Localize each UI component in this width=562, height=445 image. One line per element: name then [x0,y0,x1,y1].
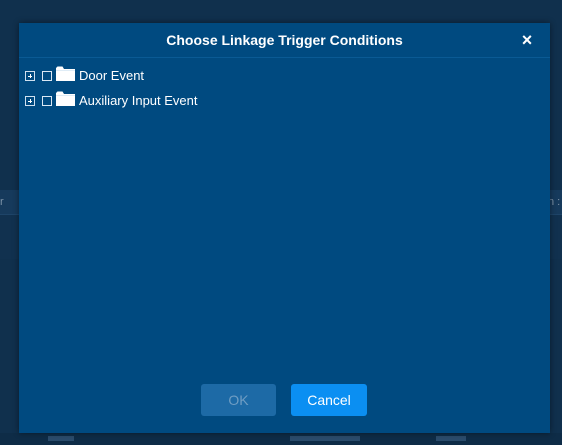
cancel-button[interactable]: Cancel [291,384,367,416]
tree-node-label[interactable]: Door Event [79,68,144,83]
dialog-title: Choose Linkage Trigger Conditions [166,32,403,48]
dialog-header: Choose Linkage Trigger Conditions × [19,23,550,58]
close-icon[interactable]: × [519,31,535,49]
tree-node-door-event: Door Event [25,63,198,88]
background-footer-blur-3 [436,436,466,441]
ok-button[interactable]: OK [201,384,276,416]
trigger-conditions-tree: Door Event Auxiliary Input Event [25,63,198,113]
tree-node-auxiliary-input-event: Auxiliary Input Event [25,88,198,113]
door-event-checkbox[interactable] [42,70,52,81]
plus-square-icon[interactable] [25,70,35,81]
tree-node-label[interactable]: Auxiliary Input Event [79,93,198,108]
background-text-fragment-left: r [0,196,4,208]
background-footer-blur-2 [290,436,360,441]
auxiliary-input-event-checkbox[interactable] [42,95,52,106]
background-footer-blur-1 [48,436,74,441]
plus-square-icon[interactable] [25,95,35,106]
folder-icon [56,66,75,81]
background-footer [0,433,562,445]
linkage-trigger-dialog: Choose Linkage Trigger Conditions × Door… [19,23,550,433]
folder-icon [56,91,75,106]
